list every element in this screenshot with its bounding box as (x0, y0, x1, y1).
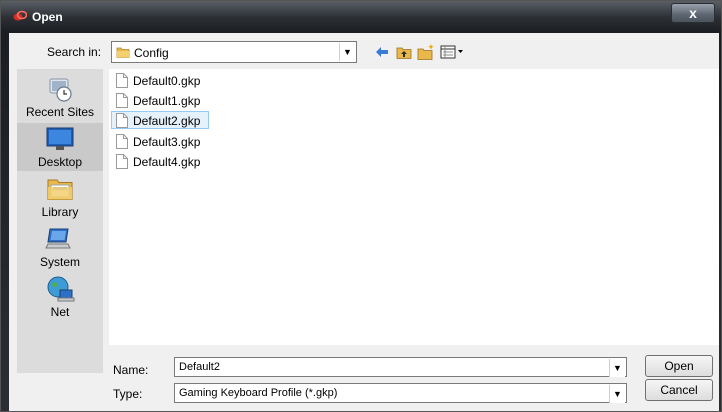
place-library[interactable]: Library (17, 173, 103, 221)
file-list[interactable]: Default0.gkp Default1.gkp Default2.gkp D… (109, 69, 719, 345)
chevron-down-icon[interactable]: ▼ (339, 43, 355, 61)
recent-sites-icon (49, 78, 72, 102)
file-icon (116, 154, 128, 169)
back-arrow-icon[interactable] (373, 43, 391, 61)
chevron-down-icon[interactable]: ▼ (609, 385, 625, 403)
file-type-dropdown[interactable]: Gaming Keyboard Profile (*.gkp) ▼ (174, 383, 627, 403)
place-net[interactable]: Net (17, 273, 103, 321)
chevron-down-icon[interactable]: ▼ (609, 359, 625, 377)
list-item[interactable]: Default0.gkp (111, 71, 205, 89)
file-icon (116, 93, 128, 108)
file-name-input[interactable] (177, 359, 606, 375)
close-button[interactable]: x (671, 3, 715, 23)
open-button[interactable]: Open (645, 355, 713, 377)
place-label: Desktop (37, 155, 83, 169)
desktop-icon (46, 127, 74, 150)
cancel-button[interactable]: Cancel (645, 379, 713, 401)
place-desktop[interactable]: Desktop (17, 123, 103, 171)
place-recent-sites[interactable]: Recent Sites (17, 73, 103, 121)
app-icon (13, 10, 27, 21)
list-item[interactable]: Default4.gkp (111, 152, 205, 170)
view-menu-icon[interactable] (439, 43, 465, 61)
new-folder-icon[interactable] (417, 43, 435, 61)
list-item-selected[interactable]: Default2.gkp (111, 111, 209, 129)
up-folder-icon[interactable] (395, 43, 413, 61)
file-icon (116, 134, 128, 149)
type-label: Type: (113, 387, 143, 401)
system-computer-icon (45, 228, 71, 249)
search-in-value: Config (134, 46, 169, 60)
place-label: System (39, 255, 80, 269)
place-label: Net (50, 305, 70, 319)
file-name-combo[interactable]: ▼ (174, 357, 627, 377)
window-title: Open (32, 10, 63, 24)
folder-icon (116, 47, 130, 58)
place-label: Recent Sites (25, 105, 95, 119)
list-item[interactable]: Default3.gkp (111, 132, 205, 150)
dialog-body: Search in: Config ▼ Recent Sites Desktop… (9, 33, 719, 411)
place-system[interactable]: System (17, 223, 103, 271)
file-type-value: Gaming Keyboard Profile (*.gkp) (179, 387, 338, 399)
search-in-label: Search in: (47, 45, 102, 59)
places-bar: Recent Sites Desktop Library System Net (17, 69, 103, 373)
file-icon (116, 113, 128, 128)
search-in-dropdown[interactable]: Config ▼ (111, 41, 357, 63)
network-globe-icon (47, 276, 75, 302)
open-dialog-window: Open x Search in: Config ▼ Recent Sites … (0, 0, 722, 412)
name-label: Name: (113, 363, 149, 377)
title-bar[interactable]: Open x (1, 1, 721, 31)
file-icon (116, 73, 128, 88)
list-item[interactable]: Default1.gkp (111, 91, 205, 109)
place-label: Library (41, 205, 79, 219)
library-icon (47, 179, 73, 200)
